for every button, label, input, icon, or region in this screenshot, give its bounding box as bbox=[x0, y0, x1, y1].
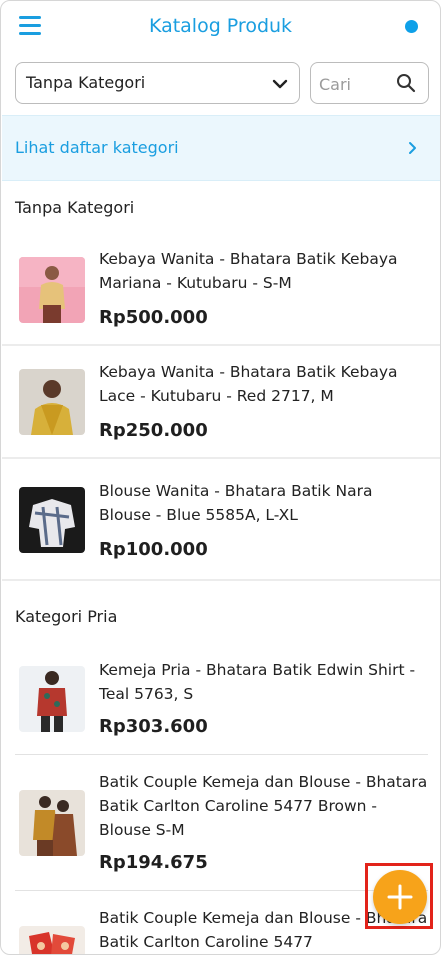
product-item[interactable]: Kebaya Wanita - Bhatara Batik Kebaya Lac… bbox=[2, 346, 440, 456]
fab-highlight bbox=[365, 863, 433, 929]
product-image bbox=[19, 369, 85, 435]
product-name: Kemeja Pria - Bhatara Batik Edwin Shirt … bbox=[99, 661, 416, 703]
add-product-button[interactable] bbox=[373, 870, 427, 924]
section-title: Kategori Pria bbox=[15, 607, 118, 626]
product-price: Rp100.000 bbox=[99, 539, 208, 560]
status-dot bbox=[405, 20, 418, 33]
product-name: Kebaya Wanita - Bhatara Batik Kebaya Mar… bbox=[99, 250, 398, 292]
divider bbox=[2, 579, 440, 581]
category-list-label: Lihat daftar kategori bbox=[15, 138, 179, 157]
product-name: Batik Couple Kemeja dan Blouse - Bhatara… bbox=[99, 773, 428, 839]
product-item[interactable]: Kebaya Wanita - Bhatara Batik Kebaya Mar… bbox=[2, 239, 440, 343]
app-screen: Katalog Produk Tanpa Kategori Lihat daft… bbox=[0, 0, 441, 955]
product-price: Rp250.000 bbox=[99, 420, 208, 441]
search-box bbox=[310, 62, 429, 104]
page-title: Katalog Produk bbox=[148, 15, 293, 37]
app-header: Katalog Produk bbox=[1, 1, 440, 53]
product-item[interactable]: Kemeja Pria - Bhatara Batik Edwin Shirt … bbox=[2, 646, 440, 754]
product-price: Rp500.000 bbox=[99, 307, 208, 328]
product-image bbox=[19, 487, 85, 553]
filter-bar: Tanpa Kategori bbox=[15, 62, 429, 104]
section-title: Tanpa Kategori bbox=[15, 198, 135, 217]
product-image bbox=[19, 926, 85, 954]
search-icon[interactable] bbox=[396, 73, 416, 93]
divider bbox=[15, 754, 428, 755]
category-dropdown[interactable]: Tanpa Kategori bbox=[15, 62, 300, 104]
category-list-link[interactable]: Lihat daftar kategori bbox=[2, 115, 440, 181]
product-image bbox=[19, 666, 85, 732]
search-input[interactable] bbox=[319, 72, 394, 96]
product-image bbox=[19, 790, 85, 856]
product-name: Kebaya Wanita - Bhatara Batik Kebaya Lac… bbox=[99, 363, 398, 405]
plus-icon bbox=[387, 884, 413, 910]
product-price: Rp194.675 bbox=[99, 852, 208, 873]
category-dropdown-value: Tanpa Kategori bbox=[26, 73, 146, 92]
product-price: Rp303.600 bbox=[99, 716, 208, 737]
product-item[interactable]: Blouse Wanita - Bhatara Batik Nara Blous… bbox=[2, 459, 440, 579]
product-name: Blouse Wanita - Bhatara Batik Nara Blous… bbox=[99, 482, 373, 524]
chevron-right-icon bbox=[409, 142, 416, 154]
chevron-down-icon bbox=[272, 79, 288, 89]
product-image bbox=[19, 257, 85, 323]
